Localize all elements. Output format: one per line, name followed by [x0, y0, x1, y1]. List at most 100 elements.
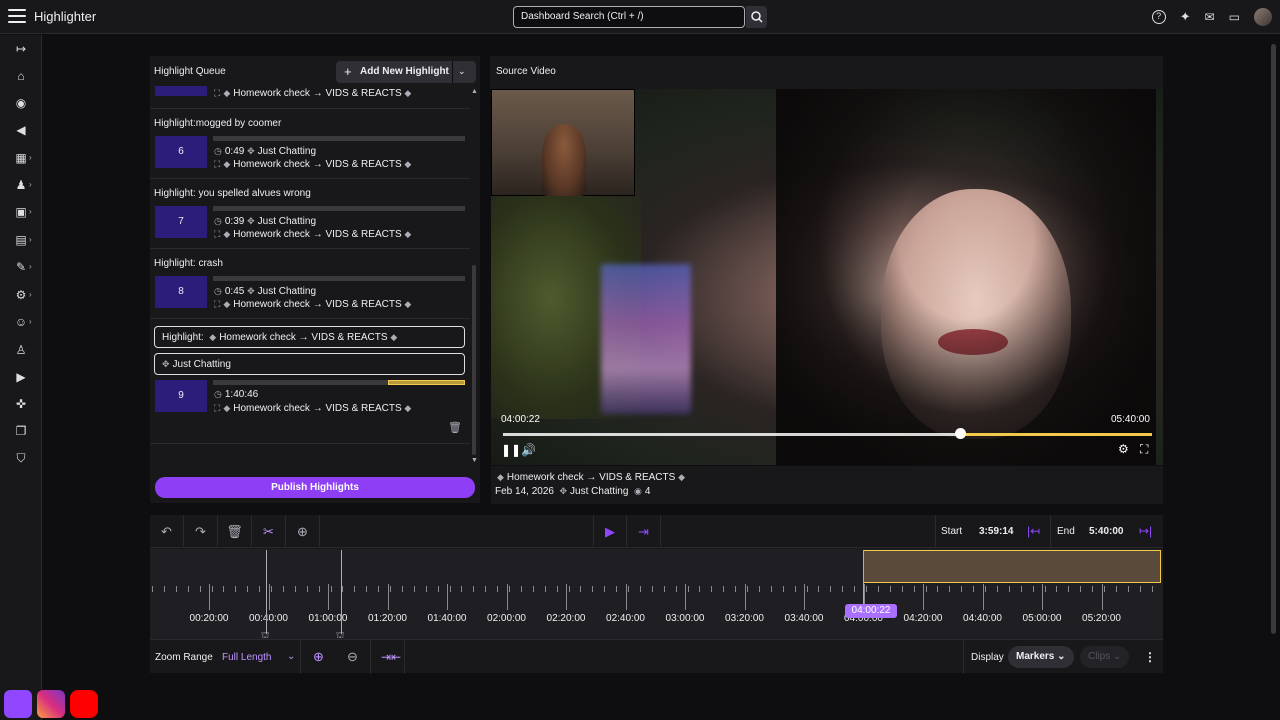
gear-icon[interactable]: ⚙ — [1118, 442, 1129, 456]
ruler-minor-tick — [282, 586, 284, 592]
marker-icon: ⛶ — [214, 229, 221, 239]
more-options-icon[interactable]: ⋮ — [1144, 650, 1156, 664]
zoom-in-icon[interactable]: ⊕ — [313, 649, 324, 665]
video-player[interactable]: 04:00:22 05:40:00 ❚❚ 🔊 ⚙ ⛶ — [491, 89, 1163, 465]
tag-icon: ◆ — [223, 229, 231, 239]
home-icon[interactable]: ⌂ — [13, 69, 29, 83]
list-item[interactable]: Highlight: crash 8 ◷ 0:45 ✥ Just Chatting … — [150, 249, 470, 319]
settings-icon[interactable]: ⚙ › — [13, 288, 32, 302]
end-time[interactable]: 5:40:00 — [1089, 526, 1123, 537]
megaphone-icon[interactable]: ◀ — [13, 123, 29, 137]
item-duration: 0:39 — [224, 216, 245, 227]
category-input[interactable]: ✥ Just Chatting — [154, 353, 465, 375]
zoom-out-icon[interactable]: ⊖ — [347, 649, 358, 665]
trash-icon[interactable]: 🗑 — [448, 421, 462, 434]
playhead[interactable] — [863, 550, 864, 608]
category-icon: ✥ — [162, 359, 170, 369]
set-end-icon[interactable]: ↦| — [1139, 524, 1152, 538]
start-time[interactable]: 3:59:14 — [979, 526, 1013, 537]
video-views: 4 — [644, 486, 651, 497]
video-seekbar[interactable] — [503, 433, 1152, 436]
timeline-selection[interactable] — [863, 550, 1161, 583]
instagram-logo-icon — [37, 690, 65, 718]
pause-icon[interactable]: ❚❚ — [501, 443, 521, 457]
ruler-minor-tick — [509, 586, 510, 592]
publish-highlights-button[interactable]: Publish Highlights — [155, 477, 475, 498]
shield-icon[interactable]: ⛉ — [13, 451, 29, 465]
delete-icon[interactable]: 🗑 — [218, 515, 252, 548]
add-user-icon[interactable]: ♙ — [13, 343, 29, 357]
sparkle-icon[interactable]: ✦ — [1180, 9, 1191, 25]
ruler-minor-tick — [1008, 586, 1010, 592]
add-marker-icon[interactable]: ⊕ — [286, 515, 320, 548]
analytics-icon[interactable]: ▦ › — [13, 151, 31, 165]
left-nav: ↦ ⌂ ◉ ◀ ▦ › ♟ › ▣ › ▤ › ✎ › ⚙ › ☺ › ♙ ▶ ✜ ❐ ⛉ — [0, 35, 42, 720]
ruler-minor-tick — [461, 586, 463, 592]
ruler-minor-tick — [604, 586, 606, 592]
community-icon[interactable]: ♟ › — [13, 178, 32, 192]
extension-icon[interactable]: ✜ — [13, 397, 29, 411]
avatar[interactable] — [1254, 8, 1272, 26]
brush-icon[interactable]: ✎ › — [13, 260, 32, 274]
collapse-icon[interactable]: ↦ — [13, 42, 29, 56]
scissors-icon[interactable]: ✂ — [252, 515, 286, 548]
help-icon[interactable]: ? — [1151, 10, 1166, 24]
highlight-title-input[interactable]: Highlight: ◆ Homework check → VIDS & REAC… — [154, 326, 465, 348]
ruler-minor-tick — [163, 586, 165, 592]
title-prefix: Highlight: — [162, 332, 204, 343]
ruler-major-tick — [506, 584, 508, 610]
whispers-icon[interactable]: ▭ — [1229, 10, 1240, 24]
clock-icon: ◷ — [214, 286, 222, 296]
zoom-range-select[interactable]: Full Length — [222, 652, 271, 663]
chevron-down-icon[interactable]: ⌄ — [458, 60, 466, 82]
menu-icon[interactable] — [8, 9, 26, 23]
ruler-minor-tick — [1080, 586, 1082, 592]
broadcast-icon[interactable]: ◉ — [13, 96, 29, 110]
video-icon[interactable]: ▶ — [13, 370, 29, 384]
ruler-tick-label: 02:00:00 — [487, 613, 526, 624]
emote-icon[interactable]: ☺ › — [13, 315, 32, 329]
ruler-minor-tick — [913, 586, 915, 592]
fit-icon[interactable]: ⇥⇤ — [381, 650, 401, 664]
set-start-icon[interactable]: |↤ — [1027, 524, 1040, 538]
scroll-down-icon[interactable]: ▼ — [471, 457, 478, 464]
search-input[interactable]: Dashboard Search (Ctrl + /) — [513, 6, 745, 28]
ruler-major-tick — [804, 584, 805, 610]
eye-icon: ◉ — [633, 486, 642, 496]
inbox-icon[interactable]: ✉ — [1205, 10, 1215, 24]
undo-icon[interactable]: ↶ — [150, 515, 184, 548]
ruler-tick-label: 01:40:00 — [427, 613, 467, 624]
list-item[interactable]: ⛶ ◆ Homework check → VIDS & REACTS ◆ — [150, 86, 470, 109]
search-button[interactable] — [746, 6, 767, 28]
scroll-up-icon[interactable]: ▲ — [471, 88, 478, 95]
monetize-icon[interactable]: ▤ › — [13, 233, 31, 247]
top-actions: ? ✦ ✉ ▭ — [1151, 8, 1272, 26]
add-highlight-button[interactable]: + Add New Highlight ⌄ — [336, 61, 476, 83]
title-value: Homework check → VIDS & REACTS — [219, 332, 388, 343]
ruler-tick-label: 00:20:00 — [189, 613, 229, 624]
ruler-minor-tick — [544, 586, 546, 592]
ruler-minor-tick — [877, 586, 879, 592]
clips-toggle[interactable]: Clips ⌄ — [1080, 646, 1130, 668]
content-icon[interactable]: ▣ › — [13, 205, 31, 219]
list-item[interactable]: Highlight: you spelled alvues wrong 7 ◷ 0… — [150, 179, 470, 249]
tag-icon: ◆ — [497, 472, 504, 482]
seek-handle[interactable] — [955, 428, 966, 439]
plus-icon: + — [344, 64, 352, 79]
video-current-time: 04:00:22 — [501, 414, 540, 425]
volume-icon[interactable]: 🔊 — [521, 443, 536, 457]
markers-toggle[interactable]: Markers ⌄ — [1008, 646, 1074, 668]
ruler-minor-tick — [699, 586, 701, 592]
redo-icon[interactable]: ↷ — [184, 515, 218, 548]
play-icon[interactable]: ▶ — [593, 515, 627, 548]
category-icon: ✥ — [247, 146, 255, 156]
ruler-minor-tick — [675, 586, 677, 592]
list-item[interactable]: Highlight:mogged by coomer 6 ◷ 0:49 ✥ Just… — [150, 109, 470, 179]
ruler-minor-tick — [259, 586, 261, 592]
fullscreen-icon[interactable]: ⛶ — [1140, 442, 1148, 457]
chevron-down-icon[interactable]: ⌄ — [287, 651, 295, 662]
queue-scrollbar[interactable]: ▲ ▼ — [471, 88, 478, 464]
page-scrollbar[interactable] — [1271, 44, 1276, 634]
skip-to-end-icon[interactable]: ⇥ — [627, 515, 661, 548]
book-icon[interactable]: ❐ — [13, 424, 29, 438]
